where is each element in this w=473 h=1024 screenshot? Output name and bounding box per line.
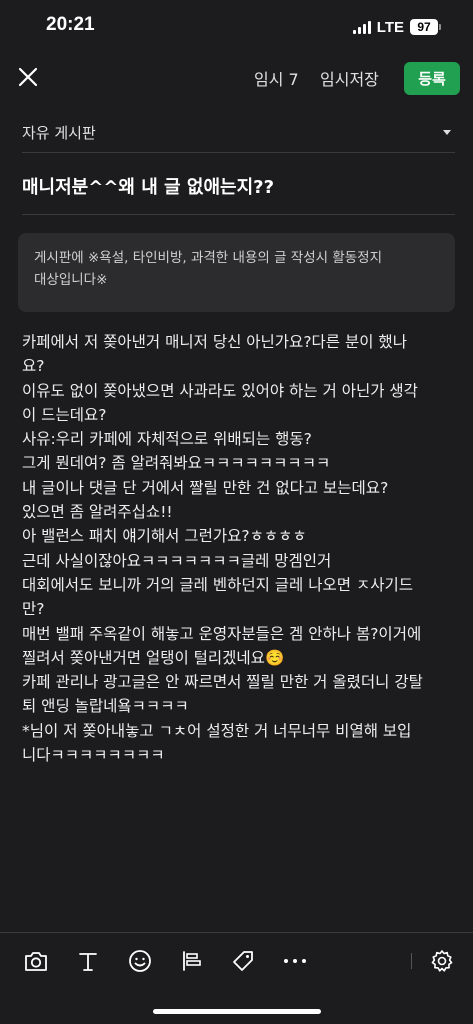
draft-count-button[interactable]: 임시 7 bbox=[254, 66, 299, 90]
close-button[interactable] bbox=[14, 63, 42, 91]
battery-level: 97 bbox=[410, 19, 438, 35]
body-line: 이 드는데요? bbox=[22, 405, 107, 424]
align-button[interactable] bbox=[178, 947, 206, 975]
title-text: 매니저분^^왜 내 글 없애는지?? bbox=[22, 177, 275, 198]
body-line: 사유:우리 카페에 자체적으로 위배되는 행동? bbox=[22, 430, 312, 449]
editor-toolbar bbox=[0, 932, 473, 986]
text-icon bbox=[79, 953, 97, 971]
toolbar-divider bbox=[411, 953, 412, 969]
body-line: 카페 관리나 광고글은 안 짜르면서 찔릴 만한 거 올렸더니 강탈 bbox=[22, 673, 423, 692]
close-icon bbox=[18, 67, 38, 87]
notice-line: 대상입니다※ bbox=[34, 272, 108, 288]
submit-button[interactable]: 등록 bbox=[404, 62, 460, 95]
body-line: 니다ㅋㅋㅋㅋㅋㅋㅋㅋ bbox=[22, 746, 165, 765]
body-line: 요? bbox=[22, 357, 45, 376]
title-input[interactable]: 매니저분^^왜 내 글 없애는지?? bbox=[22, 152, 455, 215]
body-line: 퇴 앤딩 놀랍네욬ㅋㅋㅋㅋ bbox=[22, 697, 189, 716]
more-icon bbox=[284, 959, 306, 963]
camera-button[interactable] bbox=[22, 947, 50, 975]
text-style-button[interactable] bbox=[74, 947, 102, 975]
tag-icon bbox=[233, 951, 253, 971]
body-line: 만? bbox=[22, 600, 45, 619]
emoji-button[interactable] bbox=[126, 947, 154, 975]
signal-icon bbox=[352, 20, 371, 34]
tag-button[interactable] bbox=[229, 947, 257, 975]
save-draft-button[interactable]: 임시저장 bbox=[320, 66, 379, 90]
body-line: 매번 밸패 주옥같이 해놓고 운영자분들은 겜 안하나 봄?이거에 bbox=[22, 624, 422, 643]
settings-icon bbox=[431, 950, 453, 972]
board-select[interactable]: 자유 게시판 bbox=[22, 112, 455, 153]
status-time: 20:21 bbox=[46, 14, 95, 35]
caret-down-icon bbox=[443, 130, 451, 135]
body-editor[interactable]: 카페에서 저 쫒아낸거 매니저 당신 아닌가요?다른 분이 했나 요? 이유도 … bbox=[22, 330, 452, 767]
board-notice: 게시판에 ※욕설, 타인비방, 과격한 내용의 글 작성시 활동정지 대상입니다… bbox=[18, 233, 455, 312]
body-line: 이유도 없이 쫒아냈으면 사과라도 있어야 하는 거 아닌가 생각 bbox=[22, 381, 418, 400]
body-line: 있으면 좀 알려주십쇼!! bbox=[22, 503, 173, 522]
body-line: 그게 뭔데여? 좀 알려줘봐요ㅋㅋㅋㅋㅋㅋㅋㅋㅋ bbox=[22, 454, 331, 473]
body-line: 내 글이나 댓글 단 거에서 짤릴 만한 건 없다고 보는데요? bbox=[22, 478, 389, 497]
battery-icon: 97 bbox=[410, 19, 441, 35]
settings-button[interactable] bbox=[428, 947, 456, 975]
home-indicator[interactable] bbox=[153, 1009, 321, 1014]
emoji-icon bbox=[129, 950, 151, 972]
status-bar: 20:21 LTE 97 bbox=[0, 0, 473, 54]
body-line: 카페에서 저 쫒아낸거 매니저 당신 아닌가요?다른 분이 했나 bbox=[22, 333, 407, 351]
align-icon bbox=[183, 951, 201, 971]
status-indicators: LTE 97 bbox=[352, 17, 441, 37]
notice-line: 게시판에 ※욕설, 타인비방, 과격한 내용의 글 작성시 활동정지 bbox=[34, 250, 383, 266]
camera-icon bbox=[25, 952, 47, 971]
body-line: 근데 사실이잖아요ㅋㅋㅋㅋㅋㅋㅋ글레 망겜인거 bbox=[22, 551, 332, 570]
board-select-value: 자유 게시판 bbox=[22, 124, 96, 142]
body-line: 대회에서도 보니까 거의 글레 벤하던지 글레 나오면 ㅈ사기드 bbox=[22, 575, 413, 594]
body-line: 아 밸런스 패치 얘기해서 그런가요?ㅎㅎㅎㅎ bbox=[22, 527, 307, 546]
network-label: LTE bbox=[376, 18, 404, 36]
editor-header: 임시 7 임시저장 등록 bbox=[0, 54, 473, 102]
more-button[interactable] bbox=[281, 947, 309, 975]
body-line: *님이 저 쫒아내놓고 ㄱㅊ어 설정한 거 너무너무 비열해 보입 bbox=[22, 721, 412, 740]
body-line: 찔려서 쫒아낸거면 얼탱이 털리겠네요☺️ bbox=[22, 648, 285, 667]
